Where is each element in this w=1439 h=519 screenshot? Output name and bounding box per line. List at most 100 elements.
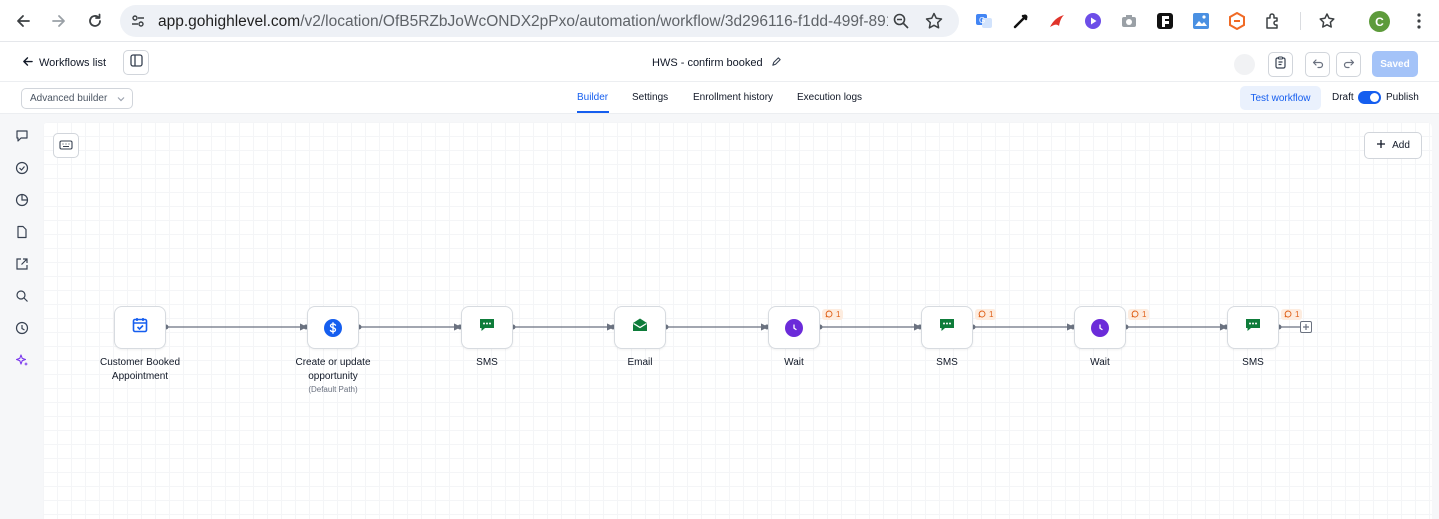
tab-builder[interactable]: Builder [577,92,608,103]
wait-clock-icon [1091,318,1109,337]
plus-icon [1376,139,1386,152]
notes-count: 1 [836,310,841,319]
keyboard-shortcuts-button[interactable] [53,133,79,158]
comment-icon [1131,310,1139,320]
notes-count: 1 [1295,310,1300,319]
node-label-with-sub: Create or update opportunity (Default Pa… [273,356,393,396]
camera-extension-icon[interactable] [1120,12,1138,30]
trigger-node-customer-booked-appointment[interactable] [114,306,166,349]
node-label: Customer Booked Appointment [99,357,181,382]
document-icon[interactable] [14,224,29,239]
check-circle-icon[interactable] [14,160,29,175]
svg-text:G: G [979,16,985,25]
calendar-check-icon [131,316,149,339]
image-extension-icon[interactable] [1192,12,1210,30]
bookmarks-star-icon[interactable] [1318,12,1336,30]
sidebar-toggle-button[interactable] [123,50,149,75]
builder-mode-select[interactable]: Advanced builder [21,88,133,109]
pencil-edit-icon[interactable] [771,56,782,70]
url-text: app.gohighlevel.com/v2/location/OfB5RZbJ… [158,13,888,30]
address-bar[interactable]: app.gohighlevel.com/v2/location/OfB5RZbJ… [120,5,959,37]
node-label: SMS [476,357,498,368]
action-node-sms[interactable] [921,306,973,349]
arrow-left-icon [22,56,33,70]
keyboard-icon [59,137,73,155]
site-info-icon[interactable] [130,13,146,34]
action-node-create-opportunity[interactable] [307,306,359,349]
redo-icon [1343,56,1355,74]
chevron-down-icon [117,95,125,106]
plus-icon [1302,318,1310,336]
test-workflow-button[interactable]: Test workflow [1240,86,1321,110]
tab-enrollment-history[interactable]: Enrollment history [693,92,773,103]
workflows-list-label: Workflows list [39,57,107,69]
notes-badge[interactable]: 1 [1128,309,1150,320]
workflows-list-link[interactable]: Workflows list [22,56,106,70]
workflow-title[interactable]: HWS - confirm booked [652,56,782,70]
node-label-text: Create or update opportunity [295,357,371,382]
action-node-wait[interactable] [1074,306,1126,349]
action-node-sms[interactable] [461,306,513,349]
back-arrow-icon[interactable] [10,9,36,33]
clock-icon[interactable] [14,320,29,335]
browser-menu-icon[interactable] [1410,12,1428,30]
extensions-puzzle-icon[interactable] [1264,12,1282,30]
node-label: Email [627,357,653,368]
framer-extension-icon[interactable] [1156,12,1174,30]
action-node-wait[interactable] [768,306,820,349]
publish-label: Publish [1386,92,1419,103]
notes-badge[interactable]: 1 [1281,309,1303,320]
node-label: SMS [1242,357,1264,368]
node-label: Wait [784,357,804,368]
email-icon [631,316,649,339]
zoom-icon[interactable] [892,12,910,35]
draft-label: Draft [1332,92,1354,103]
version-notes-button[interactable] [1268,52,1293,77]
node-label: SMS [936,357,958,368]
chat-icon[interactable] [14,128,29,143]
forward-arrow-icon[interactable] [46,9,72,33]
workflow-canvas[interactable] [43,122,1432,519]
bookmark-star-icon[interactable] [924,11,944,36]
dollar-icon [324,318,342,337]
sms-icon [1244,316,1262,339]
search-icon[interactable] [14,288,29,303]
add-step-button[interactable] [1300,321,1312,333]
play-extension-icon[interactable] [1084,12,1102,30]
action-node-sms[interactable] [1227,306,1279,349]
external-link-icon[interactable] [14,256,29,271]
notes-count: 1 [989,310,994,319]
ai-sparkle-icon[interactable] [14,352,29,367]
clipboard-icon [1274,56,1287,74]
wing-extension-icon[interactable] [1048,12,1066,30]
saved-button[interactable]: Saved [1372,51,1418,77]
undo-button[interactable] [1305,52,1330,77]
tab-settings[interactable]: Settings [632,92,668,103]
tab-execution-logs[interactable]: Execution logs [797,92,862,103]
workflow-toolbar: Advanced builder Builder Settings Enroll… [0,82,1439,114]
comment-icon [978,310,986,320]
notes-count: 1 [1142,310,1147,319]
workflow-header: Workflows list HWS - confirm booked Save… [0,43,1439,82]
add-button[interactable]: Add [1364,132,1422,159]
redo-button[interactable] [1336,52,1361,77]
collaborator-avatar [1234,54,1255,75]
sms-icon [478,316,496,339]
publish-toggle[interactable] [1358,91,1381,104]
active-tab-indicator [577,111,609,113]
action-node-email[interactable] [614,306,666,349]
profile-avatar[interactable]: C [1369,11,1390,32]
eyedropper-extension-icon[interactable] [1012,12,1030,30]
reload-icon[interactable] [82,9,108,33]
left-rail [0,114,43,519]
undo-icon [1312,56,1324,74]
notes-badge[interactable]: 1 [975,309,997,320]
translate-extension-icon[interactable]: G [975,12,993,30]
notes-badge[interactable]: 1 [822,309,844,320]
hexagon-extension-icon[interactable] [1228,12,1246,30]
history-icon[interactable] [14,192,29,207]
toggle-knob [1370,93,1379,102]
workflow-title-text: HWS - confirm booked [652,57,763,69]
sms-icon [938,316,956,339]
browser-toolbar: app.gohighlevel.com/v2/location/OfB5RZbJ… [0,0,1439,42]
